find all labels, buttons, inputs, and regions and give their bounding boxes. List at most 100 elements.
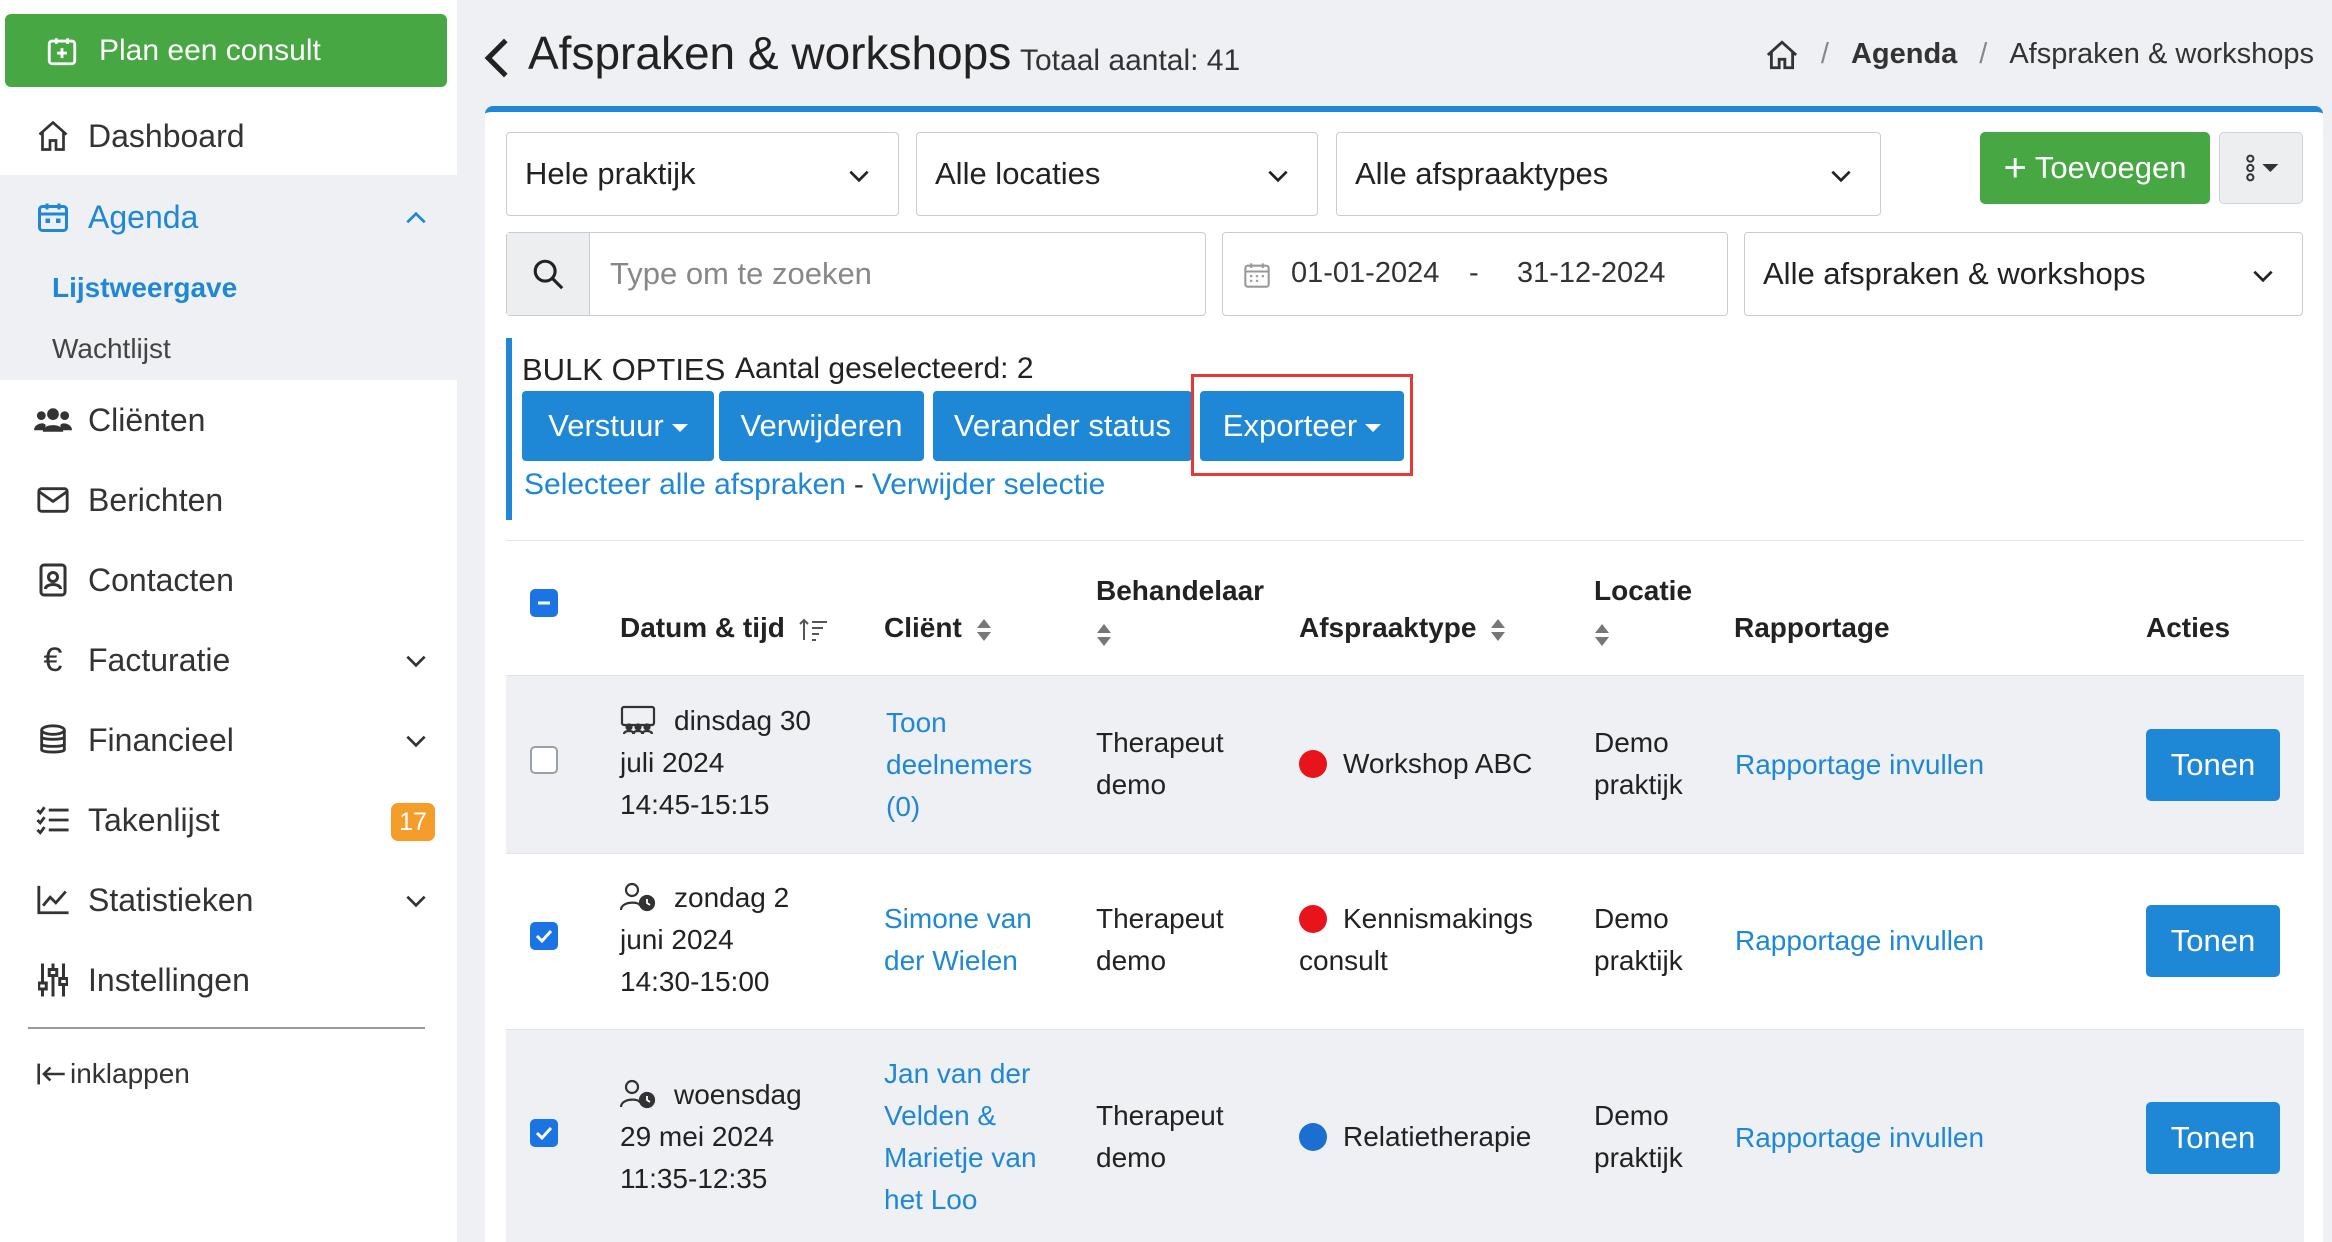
row-client-link[interactable]: Toon deelnemers (0) — [886, 702, 1032, 828]
row-client-line2: Velden & — [884, 1100, 997, 1131]
person-clock-icon — [620, 1079, 656, 1108]
total-count: Totaal aantal: 41 — [1020, 44, 1241, 77]
row-checkbox[interactable] — [530, 922, 558, 950]
afspraaktypes-select-value: Alle afspraaktypes — [1355, 156, 1609, 191]
back-arrow-icon[interactable] — [482, 36, 512, 80]
search-button[interactable] — [507, 233, 590, 315]
column-header-behandelaar[interactable]: Behandelaar — [1096, 570, 1264, 654]
sort-icon — [1595, 623, 1609, 646]
row-show-button[interactable]: Tonen — [2146, 1102, 2280, 1174]
more-options-button[interactable] — [2219, 132, 2303, 204]
collapse-sidebar-button[interactable]: inklappen — [36, 1058, 190, 1090]
row-client-line3: (0) — [886, 791, 921, 822]
chevron-down-icon[interactable] — [403, 888, 429, 914]
select-all-checkbox[interactable] — [530, 589, 558, 617]
row-client-link[interactable]: Jan van der Velden & Marietje van het Lo… — [884, 1053, 1037, 1221]
home-icon — [38, 120, 68, 151]
sort-icon — [976, 618, 991, 641]
sidebar-subitem-wachtlijst[interactable]: Wachtlijst — [52, 333, 171, 365]
row-client-link[interactable]: Simone van der Wielen — [884, 898, 1032, 982]
sidebar-item-financieel[interactable]: Financieel — [0, 700, 457, 780]
checkmark-icon — [535, 1126, 553, 1141]
column-header-afspraaktype[interactable]: Afspraaktype — [1299, 612, 1506, 644]
date-to: 31-12-2024 — [1517, 257, 1666, 289]
home-icon[interactable] — [1765, 39, 1799, 71]
change-status-button[interactable]: Verander status — [933, 391, 1192, 461]
sidebar-subitem-lijstweergave[interactable]: Lijstweergave — [52, 272, 237, 304]
chevron-down-icon[interactable] — [403, 648, 429, 674]
column-header-client[interactable]: Cliënt — [884, 612, 992, 644]
search-input[interactable] — [590, 233, 1205, 315]
chevron-down-icon — [1831, 170, 1851, 183]
breadcrumb-separator: / — [1820, 38, 1829, 70]
add-button-label: Toevoegen — [2034, 150, 2187, 185]
row-appointment-type: Kennismakings consult — [1299, 898, 1533, 982]
row-location-line2: praktijk — [1594, 1142, 1683, 1173]
link-separator: - — [853, 468, 864, 501]
row-type-label: Relatietherapie — [1343, 1121, 1532, 1152]
chevron-down-icon — [849, 170, 869, 183]
search-icon — [533, 259, 564, 290]
sidebar-item-statistieken[interactable]: Statistieken — [0, 860, 457, 940]
column-header-rapportage: Rapportage — [1734, 612, 1890, 643]
clear-selection-link[interactable]: Verwijder selectie — [872, 468, 1105, 501]
column-header-label: Behandelaar — [1096, 575, 1265, 606]
sidebar-item-instellingen[interactable]: Instellingen — [0, 940, 457, 1020]
sidebar-item-facturatie[interactable]: € Facturatie — [0, 620, 457, 700]
row-date-line1: dinsdag 30 — [674, 705, 812, 736]
sidebar-item-label: Dashboard — [88, 117, 245, 154]
sidebar-item-takenlijst[interactable]: Takenlijst 17 — [0, 780, 457, 860]
breadcrumb-agenda[interactable]: Agenda — [1851, 38, 1957, 71]
divider — [506, 540, 2304, 541]
coins-icon — [40, 724, 66, 754]
date-range-field[interactable]: 01-01-2024 - 31-12-2024 — [1222, 232, 1728, 316]
row-time: 11:35-12:35 — [620, 1163, 768, 1194]
row-location: Demo praktijk — [1594, 898, 1683, 982]
plan-consult-button[interactable]: Plan een consult — [5, 14, 447, 87]
sort-desc-icon — [798, 618, 827, 641]
sidebar-item-dashboard[interactable]: Dashboard — [0, 96, 457, 176]
envelope-icon — [37, 487, 69, 513]
calendar-icon — [1244, 263, 1270, 288]
type-color-dot — [1299, 749, 1327, 778]
chevron-up-icon[interactable] — [403, 205, 429, 231]
row-client-line1: Toon — [886, 707, 947, 738]
row-therapist: Therapeut demo — [1096, 1095, 1224, 1179]
row-date-line1: zondag 2 — [674, 882, 790, 913]
column-header-acties: Acties — [2146, 612, 2231, 643]
contact-card-icon — [39, 563, 67, 597]
row-checkbox[interactable] — [530, 1119, 558, 1147]
row-checkbox[interactable] — [530, 746, 558, 774]
column-header-locatie[interactable]: Locatie — [1594, 570, 1692, 654]
chevron-down-icon[interactable] — [403, 728, 429, 754]
select-all-link[interactable]: Selecteer alle afspraken — [524, 468, 846, 501]
delete-button[interactable]: Verwijderen — [719, 391, 924, 461]
sidebar-item-label: Takenlijst — [88, 801, 220, 838]
column-header-datum[interactable]: Datum & tijd — [620, 612, 829, 644]
praktijk-select[interactable]: Hele praktijk — [506, 132, 899, 216]
row-date-line2: juni 2024 — [620, 924, 734, 955]
bulk-selection-links: Selecteer alle afspraken - Verwijder selec… — [524, 468, 1105, 502]
add-button[interactable]: + Toevoegen — [1980, 132, 2210, 204]
sidebar-item-agenda[interactable]: Agenda — [0, 177, 457, 257]
row-report-link[interactable]: Rapportage invullen — [1735, 744, 1984, 786]
row-show-button[interactable]: Tonen — [2146, 729, 2280, 801]
locaties-select[interactable]: Alle locaties — [916, 132, 1318, 216]
sidebar-item-berichten[interactable]: Berichten — [0, 460, 457, 540]
row-location: Demo praktijk — [1594, 1095, 1683, 1179]
row-show-button[interactable]: Tonen — [2146, 905, 2280, 977]
row-appointment-type: Relatietherapie — [1299, 1116, 1531, 1158]
sliders-icon — [38, 963, 68, 997]
date-from: 01-01-2024 — [1291, 257, 1440, 289]
sidebar-item-clienten[interactable]: Cliënten — [0, 380, 457, 460]
chevron-down-icon — [2253, 270, 2273, 283]
scope-select[interactable]: Alle afspraken & workshops — [1744, 232, 2303, 316]
date-separator: - — [1469, 257, 1479, 289]
locaties-select-value: Alle locaties — [935, 156, 1101, 191]
row-therapist-line2: demo — [1096, 945, 1167, 976]
send-button[interactable]: Verstuur — [522, 391, 714, 461]
sidebar-item-contacten[interactable]: Contacten — [0, 540, 457, 620]
row-report-link[interactable]: Rapportage invullen — [1735, 1117, 1984, 1159]
row-report-link[interactable]: Rapportage invullen — [1735, 920, 1984, 962]
afspraaktypes-select[interactable]: Alle afspraaktypes — [1336, 132, 1881, 216]
